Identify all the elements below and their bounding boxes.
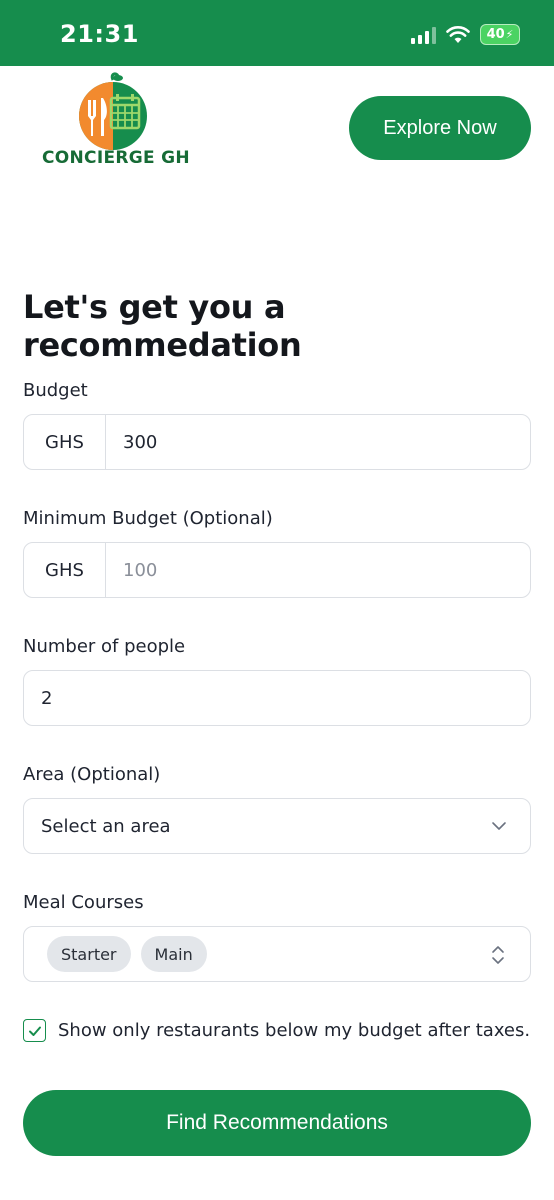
explore-now-button[interactable]: Explore Now [349, 96, 531, 160]
people-label: Number of people [23, 636, 186, 657]
min-budget-label: Minimum Budget (Optional) [23, 508, 273, 529]
chevron-up-down-icon [492, 946, 504, 964]
budget-label: Budget [23, 380, 88, 401]
status-icons: 40 ⚡ [411, 24, 520, 45]
below-budget-label: Show only restaurants below my budget af… [58, 1020, 531, 1041]
chip-main[interactable]: Main [140, 936, 207, 972]
wifi-icon [446, 25, 470, 43]
area-select[interactable]: Select an area [23, 798, 531, 854]
people-value[interactable]: 2 [24, 688, 52, 709]
min-budget-input[interactable]: GHS 100 [23, 542, 531, 598]
min-budget-currency-addon: GHS [24, 543, 106, 597]
budget-currency-addon: GHS [24, 415, 106, 469]
budget-value[interactable]: 300 [106, 432, 157, 453]
charging-icon: ⚡ [505, 28, 514, 41]
chip-starter[interactable]: Starter [47, 936, 131, 972]
budget-input[interactable]: GHS 300 [23, 414, 531, 470]
below-budget-option[interactable]: Show only restaurants below my budget af… [23, 1019, 530, 1042]
min-budget-placeholder[interactable]: 100 [106, 560, 157, 581]
logo-text: CONCIERGE GH [42, 148, 190, 168]
logo-icon [79, 72, 147, 150]
battery-level: 40 [486, 27, 505, 42]
find-recommendations-button[interactable]: Find Recommendations [23, 1090, 531, 1156]
page-title: Let's get you a recommedation [23, 288, 302, 364]
cellular-signal-icon [411, 26, 436, 44]
status-bar: 21:31 40 ⚡ [0, 0, 554, 66]
battery-icon: 40 ⚡ [480, 24, 520, 45]
meal-course-chips: Starter Main [24, 936, 207, 972]
meal-courses-select[interactable]: Starter Main [23, 926, 531, 982]
status-time: 21:31 [60, 20, 139, 48]
below-budget-checkbox[interactable] [23, 1019, 46, 1042]
area-label: Area (Optional) [23, 764, 161, 785]
checkmark-icon [28, 1026, 41, 1036]
meal-courses-label: Meal Courses [23, 892, 144, 913]
area-placeholder: Select an area [41, 815, 171, 837]
chevron-down-icon [492, 822, 506, 830]
people-input[interactable]: 2 [23, 670, 531, 726]
